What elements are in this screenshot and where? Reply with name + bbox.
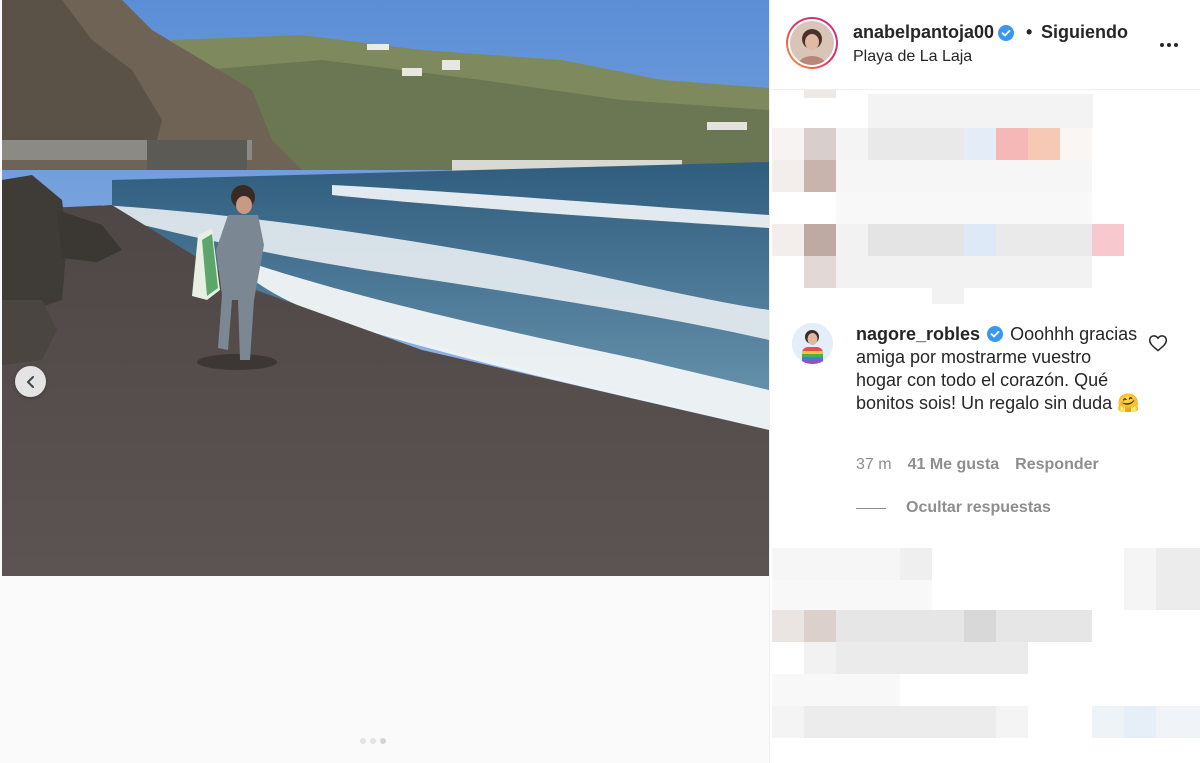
verified-badge-icon <box>987 326 1004 342</box>
commenter-avatar[interactable] <box>792 323 833 364</box>
chevron-left-icon <box>26 375 34 388</box>
carousel-dot-active <box>380 738 386 744</box>
commenter-username[interactable]: nagore_robles <box>856 324 980 344</box>
post-photo <box>2 0 769 576</box>
verified-badge-icon <box>998 24 1015 41</box>
following-button[interactable]: Siguiendo <box>1041 22 1128 43</box>
author-username[interactable]: anabelpantoja00 <box>853 22 994 43</box>
post-media-area <box>0 0 769 763</box>
hide-replies-button[interactable]: Ocultar respuestas <box>856 499 1051 517</box>
reply-button[interactable]: Responder <box>1015 456 1099 474</box>
carousel-indicator <box>360 738 386 744</box>
comment-body: nagore_robles Ooohhh gracias amiga por m… <box>856 323 1141 415</box>
carousel-prev-button[interactable] <box>15 366 46 397</box>
carousel-dot <box>360 738 366 744</box>
post-header: anabelpantoja00 • Siguiendo Playa de La … <box>770 0 1200 90</box>
author-username-row: anabelpantoja00 <box>853 22 1015 43</box>
replies-divider <box>856 507 886 509</box>
comment-meta: 37 m 41 Me gusta Responder <box>856 456 1099 474</box>
more-options-icon[interactable] <box>1157 33 1181 57</box>
post-location[interactable]: Playa de La Laja <box>853 48 972 66</box>
header-separator: • <box>1026 22 1033 42</box>
post-side-panel: anabelpantoja00 • Siguiendo Playa de La … <box>769 0 1200 763</box>
hide-replies-label: Ocultar respuestas <box>906 499 1051 516</box>
carousel-dot <box>370 738 376 744</box>
comment-likes[interactable]: 41 Me gusta <box>908 456 1000 474</box>
author-avatar[interactable] <box>786 17 838 69</box>
comment-time: 37 m <box>856 456 892 473</box>
heart-icon[interactable] <box>1148 333 1168 353</box>
